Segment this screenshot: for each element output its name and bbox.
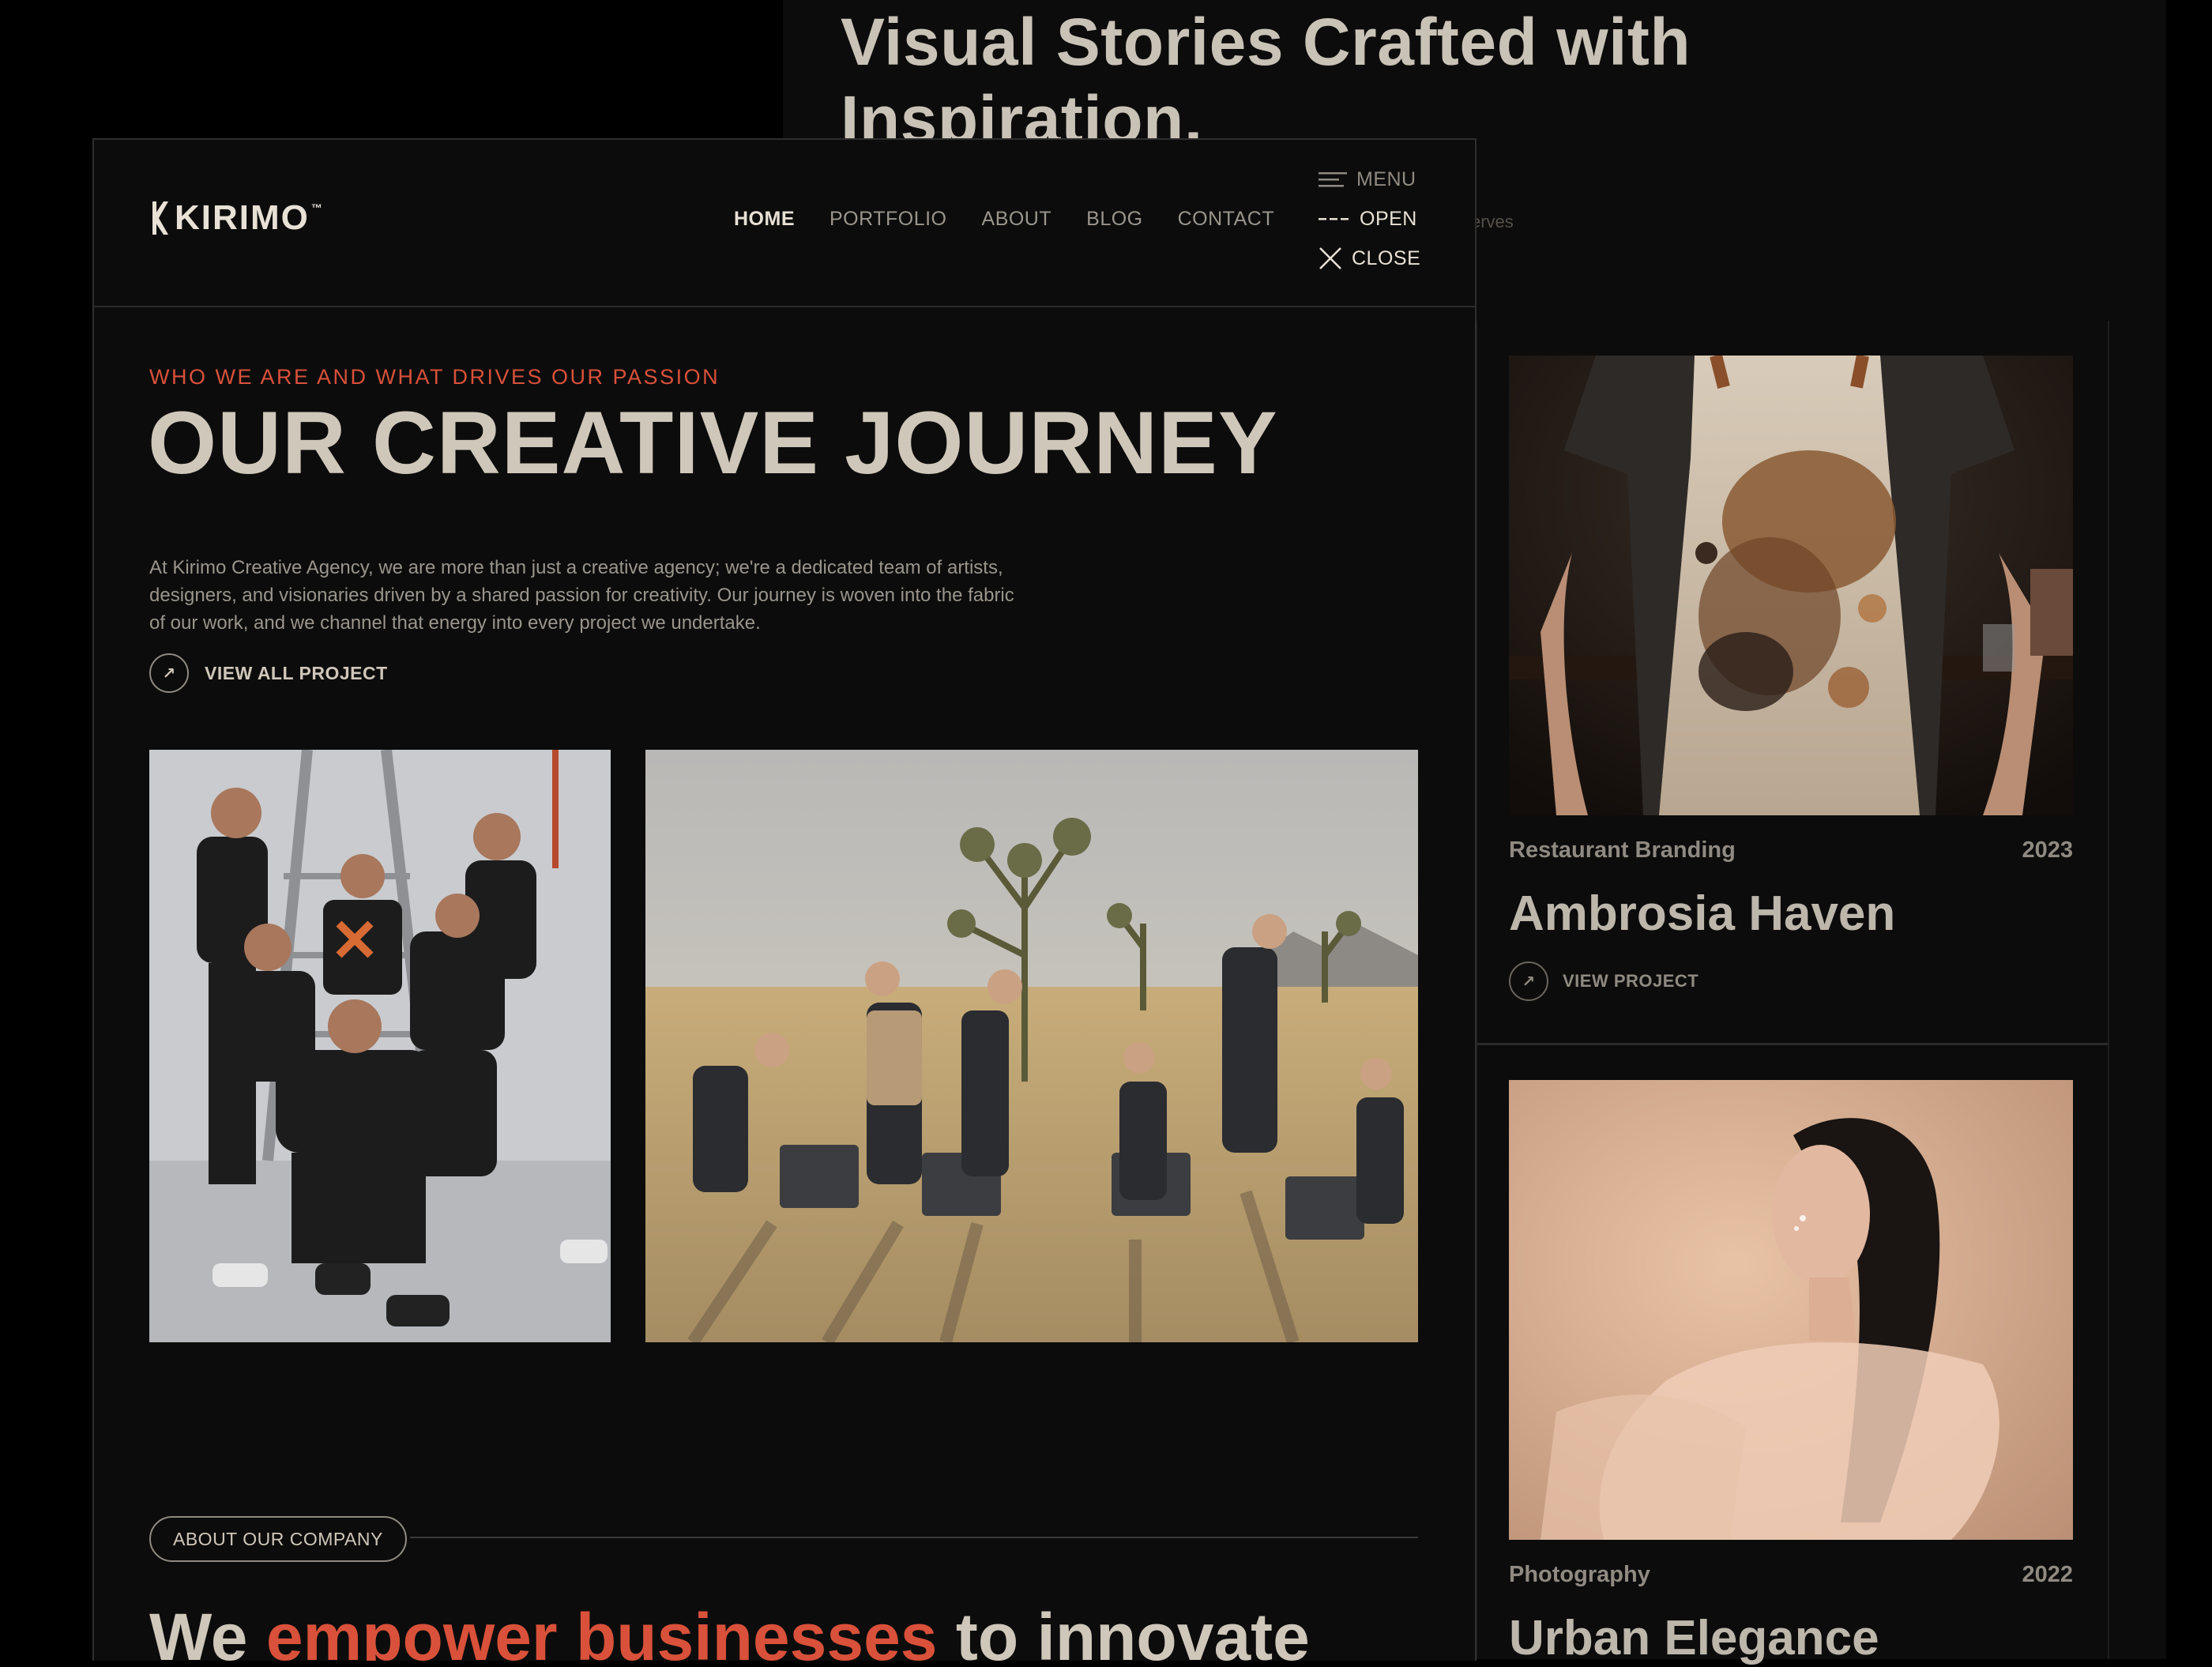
- arrow-up-right-icon: ↗: [149, 653, 189, 693]
- nav-links: HOME PORTFOLIO ABOUT BLOG CONTACT: [734, 208, 1274, 231]
- portrait-photo: [1509, 1080, 2073, 1540]
- nav-item-home[interactable]: HOME: [734, 208, 795, 231]
- about-headline-accent: empower businesses: [265, 1600, 938, 1661]
- project-category: Photography: [1509, 1562, 1650, 1587]
- nav-item-portfolio[interactable]: PORTFOLIO: [830, 208, 947, 231]
- hero-description: At Kirimo Creative Agency, we are more t…: [149, 557, 1014, 634]
- nav-item-blog[interactable]: BLOG: [1086, 208, 1142, 231]
- about-headline: We empower businesses to innovate: [149, 1597, 1310, 1661]
- project-title[interactable]: Ambrosia Haven: [1509, 886, 2073, 943]
- kirimo-logo-mark: [152, 201, 168, 235]
- about-headline-post: to innovate: [937, 1600, 1310, 1661]
- page-title: OUR CREATIVE JOURNEY: [148, 393, 1278, 492]
- brand-logo[interactable]: KIRIMO ™: [149, 198, 324, 238]
- apron-photo: [1509, 356, 2073, 815]
- view-project-button[interactable]: ↗ VIEW PROJECT: [1509, 961, 2073, 1001]
- about-company-pill[interactable]: ABOUT OUR COMPANY: [149, 1516, 407, 1562]
- hamburger-icon: [1319, 172, 1347, 187]
- background-headline: Visual Stories Crafted with Inspiration.: [841, 5, 1691, 150]
- close-button[interactable]: CLOSE: [1319, 246, 1420, 271]
- close-icon: [1319, 247, 1341, 269]
- view-all-project-label: VIEW ALL PROJECT: [205, 662, 388, 683]
- nav-item-contact[interactable]: CONTACT: [1178, 208, 1274, 231]
- project-title[interactable]: Urban Elegance: [1509, 1610, 2073, 1667]
- arrow-up-right-icon: ↗: [1509, 961, 1548, 1001]
- card-divider: [1476, 1043, 2108, 1045]
- project-card[interactable]: Photography 2022 Urban Elegance: [1509, 1080, 2073, 1667]
- team-studio-photo: [149, 750, 611, 1342]
- menu-button[interactable]: MENU: [1319, 167, 1420, 192]
- trademark-symbol: ™: [310, 201, 324, 214]
- menu-states: MENU OPEN CLOSE: [1319, 167, 1420, 271]
- close-label: CLOSE: [1352, 246, 1421, 269]
- project-year: 2022: [2022, 1562, 2073, 1587]
- brand-name: KIRIMO: [175, 198, 310, 237]
- header-nav: KIRIMO ™ HOME PORTFOLIO ABOUT BLOG CONTA…: [94, 140, 1475, 307]
- open-button[interactable]: OPEN: [1319, 206, 1420, 231]
- open-label: OPEN: [1360, 207, 1417, 230]
- project-year: 2023: [2022, 837, 2073, 863]
- front-page: KIRIMO ™ HOME PORTFOLIO ABOUT BLOG CONTA…: [92, 138, 1477, 1661]
- menu-label: MENU: [1356, 167, 1416, 190]
- about-headline-pre: We: [149, 1600, 266, 1661]
- project-card[interactable]: Restaurant Branding 2023 Ambrosia Haven …: [1509, 356, 2073, 1001]
- background-faded-text: erves: [1471, 212, 1514, 231]
- hero-eyebrow: WHO WE ARE AND WHAT DRIVES OUR PASSION: [149, 365, 720, 389]
- desert-group-photo: [645, 750, 1418, 1342]
- nav-item-about[interactable]: ABOUT: [982, 208, 1052, 231]
- section-divider-line: [410, 1537, 1418, 1538]
- view-all-project-button[interactable]: ↗ VIEW ALL PROJECT: [149, 653, 388, 693]
- project-category: Restaurant Branding: [1509, 837, 1736, 863]
- view-project-label: VIEW PROJECT: [1563, 971, 1699, 991]
- dashes-icon: [1319, 218, 1349, 220]
